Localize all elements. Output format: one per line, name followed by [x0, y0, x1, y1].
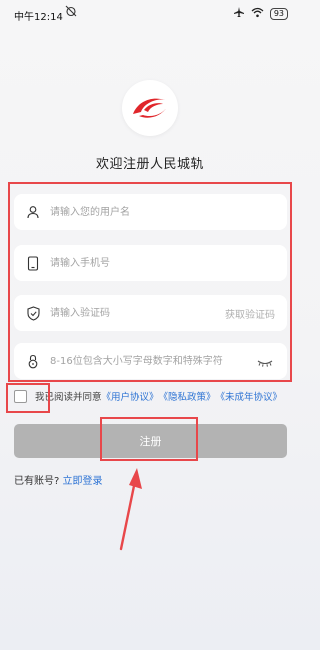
login-prompt: 已有账号?: [14, 476, 60, 487]
status-bar: 中午12:14 93: [0, 0, 300, 28]
user-agreement-link[interactable]: 《用户协议》: [102, 389, 159, 403]
login-row: 已有账号? 立即登录: [14, 472, 103, 487]
wifi-icon: [251, 7, 264, 21]
app-logo: [122, 80, 178, 136]
checkbox-highlight-box: [6, 383, 50, 413]
airplane-icon: [233, 6, 245, 21]
battery-indicator: 93: [269, 7, 288, 20]
login-link[interactable]: 立即登录: [63, 476, 103, 487]
form-highlight-box: [8, 182, 292, 382]
status-time: 中午12:14: [14, 12, 63, 23]
minor-agreement-link[interactable]: 《未成年协议》: [216, 389, 283, 403]
alarm-off-icon: [65, 5, 77, 20]
privacy-policy-link[interactable]: 《隐私政策》: [159, 389, 216, 403]
annotation-arrow-icon: [119, 468, 142, 551]
page-title: 欢迎注册人民城轨: [95, 157, 204, 172]
agreement-row: 我已阅读并同意 《用户协议》 《隐私政策》 《未成年协议》: [14, 389, 282, 403]
register-highlight-box: [100, 417, 198, 461]
